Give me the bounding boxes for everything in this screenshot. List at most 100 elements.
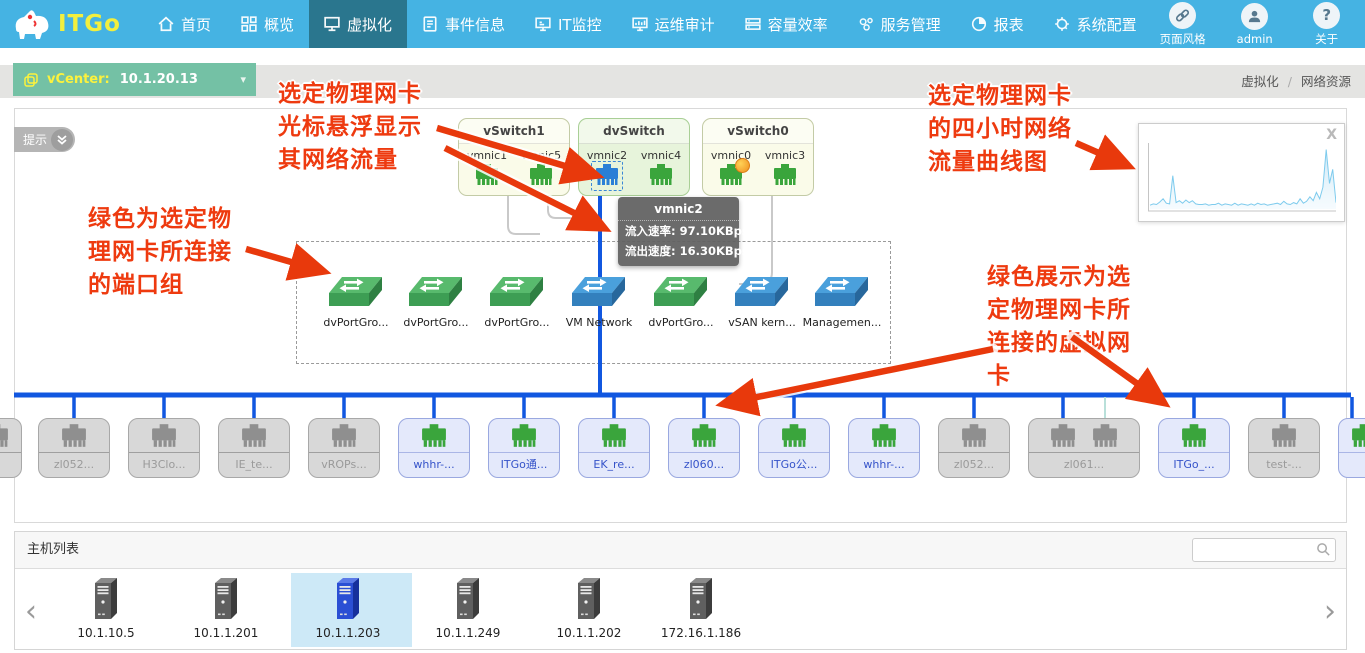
vmnic0-port-icon[interactable]: [719, 164, 743, 186]
vmnic4-port-icon[interactable]: [649, 164, 673, 186]
nic-port-icon: [1249, 419, 1319, 453]
vm-card-connected[interactable]: whhr-...: [848, 418, 920, 478]
host-list-body: ‹ 10.1.10.5 10.1.1.201 10.1.1.203 10.1.1…: [15, 569, 1346, 650]
question-icon: ?: [1313, 2, 1340, 29]
vm-card-connected[interactable]: EK_re...: [578, 418, 650, 478]
nav-item-reports[interactable]: 报表: [956, 0, 1039, 48]
itgo-logo[interactable]: ITGo: [0, 0, 135, 48]
port-group-node[interactable]: Managemen...: [802, 276, 882, 329]
switch-icon: [329, 276, 383, 308]
nic-port-icon: [309, 419, 379, 453]
port-group-node[interactable]: dvPortGro...: [316, 276, 396, 329]
vmnic-label: vmnic4: [641, 149, 681, 162]
port-group-node[interactable]: vSAN kern...: [722, 276, 802, 329]
nav-item-label: 服务管理: [881, 14, 941, 35]
nav-item-home[interactable]: 首页: [143, 0, 226, 48]
nav-item-it-monitor[interactable]: IT监控: [520, 0, 617, 48]
breadcrumb-separator: /: [1288, 74, 1292, 89]
breadcrumb-network-resources[interactable]: 网络资源: [1301, 74, 1351, 89]
host-item[interactable]: 10.1.1.249: [423, 577, 513, 640]
vm-card-dual-nic[interactable]: zl061...: [1028, 418, 1140, 478]
nav-item-events[interactable]: 事件信息: [407, 0, 520, 48]
scroll-left-chevron[interactable]: ‹: [25, 599, 37, 625]
hint-toggle[interactable]: 提示: [14, 127, 75, 152]
selection-dashed-outline: [591, 161, 623, 191]
vswitch0-box: vSwitch0 vmnic0 vmnic3: [702, 118, 814, 196]
port-group-node[interactable]: dvPortGro...: [477, 276, 557, 329]
nic-port-icon: [939, 419, 1009, 453]
vm-card-connected[interactable]: zl060...: [668, 418, 740, 478]
host-item[interactable]: 10.1.1.201: [181, 577, 271, 640]
vmnic2-port-icon-selected[interactable]: [595, 164, 619, 186]
host-ip: 10.1.1.201: [181, 626, 271, 640]
nav-item-ops-audit[interactable]: 运维审计: [617, 0, 730, 48]
vcenter-selector[interactable]: vCenter: 10.1.20.13 ▾: [13, 63, 256, 96]
host-item-selected[interactable]: 10.1.1.203: [303, 577, 393, 640]
capacity-server-icon: [745, 16, 761, 32]
vm-card[interactable]: zl052...: [38, 418, 110, 478]
report-pie-icon: [971, 16, 987, 32]
nav-item-virtualization[interactable]: 虚拟化: [309, 0, 407, 48]
search-icon[interactable]: [1316, 542, 1331, 557]
vm-card-connected[interactable]: ITGo_...: [1158, 418, 1230, 478]
vmnic3-port-icon[interactable]: [773, 164, 797, 186]
port-group-node[interactable]: dvPortGro...: [396, 276, 476, 329]
vm-card-connected[interactable]: ITGo公...: [758, 418, 830, 478]
host-item[interactable]: 10.1.10.5: [61, 577, 151, 640]
vmnic5-port-icon[interactable]: [529, 164, 553, 186]
host-search-input[interactable]: [1197, 540, 1313, 560]
vm-card[interactable]: IE_te...: [218, 418, 290, 478]
nav-item-label: 运维审计: [655, 14, 715, 35]
home-icon: [158, 16, 174, 32]
port-group-node[interactable]: VM Network: [559, 276, 639, 329]
nav-item-label: 首页: [181, 14, 211, 35]
vm-card[interactable]: H3Clo...: [128, 418, 200, 478]
nav-item-service-mgmt[interactable]: 服务管理: [843, 0, 956, 48]
host-item[interactable]: 10.1.1.202: [544, 577, 634, 640]
host-list-header: 主机列表: [15, 532, 1346, 569]
events-doc-icon: [422, 16, 438, 32]
link-icon: [1169, 2, 1196, 29]
nav-item-overview[interactable]: 概览: [226, 0, 309, 48]
brand-name: ITGo: [58, 11, 121, 37]
vm-card[interactable]: zl052...: [938, 418, 1010, 478]
about-button[interactable]: ? 关于: [1296, 2, 1358, 47]
vmnic-label: vmnic1: [467, 149, 507, 162]
nic-port-icon: [849, 419, 919, 453]
nav-item-system-config[interactable]: 系统配置: [1039, 0, 1152, 48]
switch-icon: [490, 276, 544, 308]
vm-card[interactable]: test-...: [1248, 418, 1320, 478]
page-style-button[interactable]: 页面风格: [1152, 2, 1214, 47]
nic-port-icon: [669, 419, 739, 453]
admin-label: admin: [1237, 32, 1273, 46]
traffic-tooltip: vmnic2 流入速率: 97.10KBps 流出速度: 16.30KBps: [618, 197, 739, 266]
nic-port-icon: [129, 419, 199, 453]
config-gear-icon: [1054, 16, 1070, 32]
itgo-dog-icon: [10, 7, 54, 41]
tooltip-title: vmnic2: [618, 197, 739, 221]
breadcrumb: 虚拟化 / 网络资源: [1241, 65, 1351, 98]
virtualization-icon: [324, 16, 340, 32]
switch-icon: [815, 276, 869, 308]
host-list-panel: 主机列表 ‹ 10.1.10.5 10.1.1.201 10.1.1.203 1…: [14, 531, 1347, 650]
host-search-box: [1192, 538, 1336, 562]
vm-card-partial[interactable]: [1338, 418, 1365, 478]
admin-user-button[interactable]: admin: [1224, 3, 1286, 46]
nic-port-icon: [1159, 419, 1229, 453]
overview-grid-icon: [241, 16, 257, 32]
monitor-icon: [535, 16, 551, 32]
host-item[interactable]: 172.16.1.186: [656, 577, 746, 640]
vm-card-connected[interactable]: whhr-...: [398, 418, 470, 478]
nav-item-label: IT监控: [558, 14, 602, 35]
dvswitch-box: dvSwitch vmnic2 vmnic4: [578, 118, 690, 196]
scroll-right-chevron[interactable]: ›: [1324, 599, 1336, 625]
nav-item-capacity[interactable]: 容量效率: [730, 0, 843, 48]
tooltip-outbound-rate: 流出速度: 16.30KBps: [618, 241, 739, 266]
breadcrumb-virtualization[interactable]: 虚拟化: [1241, 74, 1279, 89]
vm-card[interactable]: vROPs...: [308, 418, 380, 478]
vm-card-connected[interactable]: ITGo通...: [488, 418, 560, 478]
vm-card-partial[interactable]: [0, 418, 22, 478]
port-group-node[interactable]: dvPortGro...: [641, 276, 721, 329]
vmnic1-port-icon[interactable]: [475, 164, 499, 186]
vswitch-name: vSwitch0: [703, 119, 813, 144]
